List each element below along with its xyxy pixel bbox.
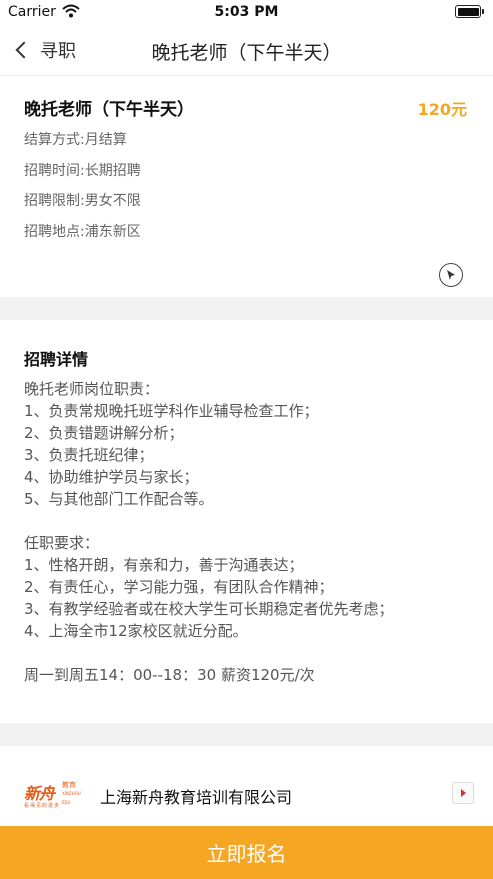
nav-bar: 寻职 晚托老师（下午半天） [0,24,493,76]
recruit-detail-card: 招聘详情 晚托老师岗位职责： 1、负责常规晚托班学科作业辅导检查工作； 2、负责… [0,320,493,723]
detail-body: 晚托老师岗位职责： 1、负责常规晚托班学科作业辅导检查工作； 2、负责错题讲解分… [24,380,394,684]
status-time: 5:03 PM [214,4,279,20]
section-divider [0,723,493,746]
recruit-location: 招聘地点:浦东新区 [24,224,141,240]
back-label: 寻职 [40,41,76,62]
company-row[interactable]: 新舟 教育 XINZHOU EDU 看得见的进步 上海新舟教育培训有限公司 [0,746,493,826]
chevron-right-icon[interactable] [452,782,474,804]
detail-heading: 招聘详情 [24,350,89,369]
apply-button[interactable]: 立即报名 [0,826,493,879]
job-title: 晚托老师（下午半天） [24,100,194,120]
navigation-arrow-icon [447,270,455,280]
job-salary: 120元 [417,100,467,119]
company-name: 上海新舟教育培训有限公司 [100,788,293,807]
back-button[interactable]: 寻职 [12,36,76,64]
chevron-left-icon [15,41,33,59]
location-button[interactable] [439,263,463,287]
settlement-method: 结算方式:月结算 [24,132,127,148]
job-summary-card: 晚托老师（下午半天） 120元 结算方式:月结算 招聘时间:长期招聘 招聘限制:… [0,77,493,297]
battery-icon [455,5,484,18]
company-logo: 新舟 教育 XINZHOU EDU 看得见的进步 [24,781,81,809]
status-bar: Carrier 5:03 PM [0,0,493,24]
recruit-restriction: 招聘限制:男女不限 [24,193,141,209]
section-divider [0,297,493,320]
recruit-time: 招聘时间:长期招聘 [24,163,141,179]
